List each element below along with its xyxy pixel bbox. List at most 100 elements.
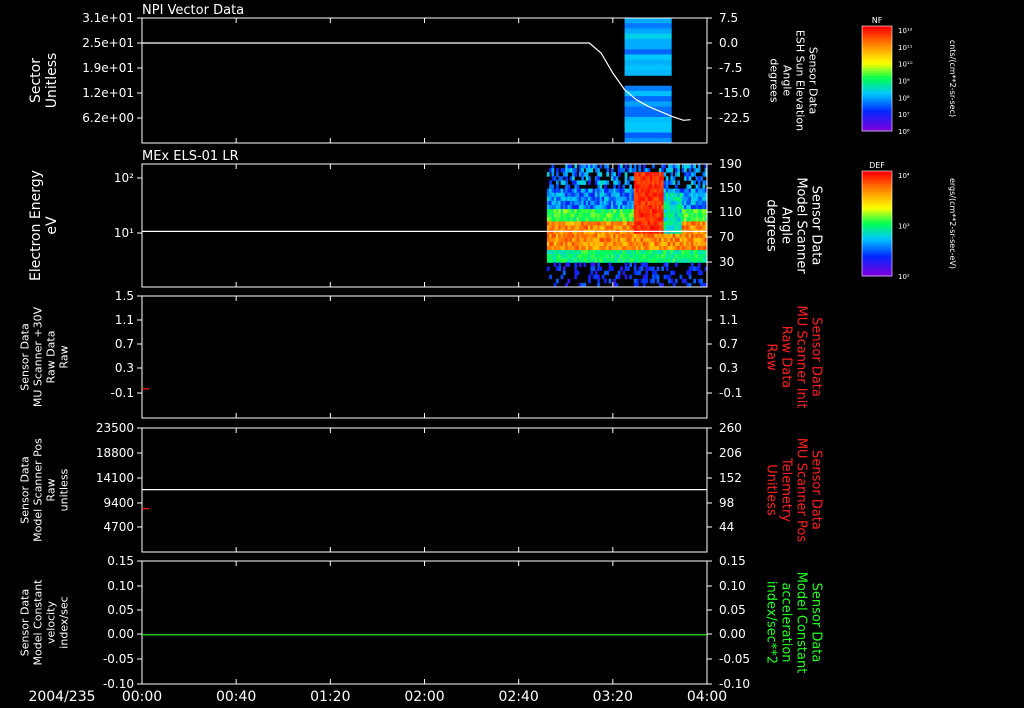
spectrogram-cell [629,217,632,222]
spectrogram-cell [585,250,589,255]
spectrogram-cell [640,278,644,284]
spectrogram-cell [581,225,584,230]
spectrogram-cell [629,188,632,194]
spectrogram-cell [684,213,687,218]
spectrogram-cell [677,192,680,198]
spectrogram-cell [583,258,587,263]
spectrogram-cell [597,250,600,255]
spectrogram-cell [624,127,672,134]
spectrogram-cell [652,250,655,255]
spectrogram-cell [610,192,614,198]
spectrogram-cell [604,241,607,247]
spectrogram-cell [684,258,687,263]
spectrogram-cell [569,241,573,247]
spectrogram-cell [590,262,594,267]
spectrogram-cell [626,266,630,271]
spectrogram-cell [645,270,648,276]
spectrogram-cell [645,233,648,239]
spectrogram-cell [672,200,676,206]
spectrogram-cell [556,192,559,198]
spectrogram-cell [601,258,605,263]
spectrogram-cell [700,205,703,210]
spectrogram-cell [597,213,600,218]
spectrogram-cell [681,196,685,202]
spectrogram-cell [601,205,605,210]
right-axis-label: index/sec**2 [764,581,779,664]
left-axis-label: unitless [58,468,71,511]
spectrogram-cell [551,164,555,169]
spectrogram-cell [697,225,701,230]
spectrogram-cell [656,200,660,206]
spectrogram-cell [613,196,616,202]
spectrogram-cell [636,241,639,247]
spectrogram-cell [624,246,628,251]
spectrogram-cell [565,217,568,222]
spectrogram-cell [631,213,635,218]
spectrogram-cell [549,184,552,189]
spectrogram-cell [681,188,685,194]
spectrogram-cell [599,217,603,222]
spectrogram-cell [654,254,658,259]
spectrogram-cell [645,200,648,206]
spectrogram-cell [590,270,594,276]
spectrogram-cell [686,164,690,169]
spectrogram-cell [661,250,664,255]
spectrogram-cell [684,192,687,198]
spectrogram-cell [690,172,694,177]
spectrogram-cell [645,246,648,251]
spectrogram-cell [679,274,683,280]
spectrogram-cell [631,217,635,222]
spectrogram-cell [620,213,623,218]
spectrogram-cell [613,180,616,185]
spectrogram-cell [588,196,591,202]
spectrogram-cell [610,172,614,177]
spectrogram-cell [654,188,658,194]
spectrogram-cell [617,196,621,202]
spectrogram-cell [677,233,680,239]
spectrogram-cell [553,196,557,202]
spectrogram-cell [553,237,557,243]
left-axis-label: Electron Energy [28,170,44,281]
spectrogram-cell [654,209,658,214]
spectrogram-cell [606,217,610,222]
spectrogram-cell [546,266,550,271]
spectrogram-cell [620,188,623,194]
spectrogram-cell [672,205,676,210]
spectrogram-cell [690,266,694,271]
spectrogram-cell [633,172,637,177]
x-tick-label: 01:20 [310,689,350,705]
spectrogram-cell [665,188,669,194]
spectrogram-cell [583,205,587,210]
spectrogram-cell [633,270,637,276]
spectrogram-cell [670,254,674,259]
spectrogram-cell [656,274,660,280]
spectrogram-cell [583,262,587,267]
spectrogram-cell [608,241,612,247]
spectrogram-cell [562,168,566,173]
spectrogram-cell [658,254,662,259]
spectrogram-cell [562,180,566,185]
spectrogram-cell [599,196,603,202]
spectrogram-cell [569,225,573,230]
spectrogram-cell [665,266,669,271]
spectrogram-cell [624,258,628,263]
spectrogram-cell [617,258,621,263]
spectrogram-cell [594,192,598,198]
spectrogram-cell [695,266,699,271]
spectrogram-cell [677,196,680,202]
spectrogram-cell [549,237,552,243]
spectrogram-cell [581,221,584,226]
spectrogram-cell [615,192,619,198]
spectrogram-cell [702,241,706,247]
spectrogram-cell [642,250,646,255]
spectrogram-cell [588,213,591,218]
spectrogram-cell [629,209,632,214]
spectrogram-cell [665,225,669,230]
spectrogram-cell [638,237,642,243]
spectrogram-cell [688,266,692,271]
left-axis-label: Sector [28,58,44,103]
spectrogram-cell [670,213,674,218]
spectrogram-cell [654,192,658,198]
spectrogram-cell [597,246,600,251]
spectrogram-cell [686,209,690,214]
